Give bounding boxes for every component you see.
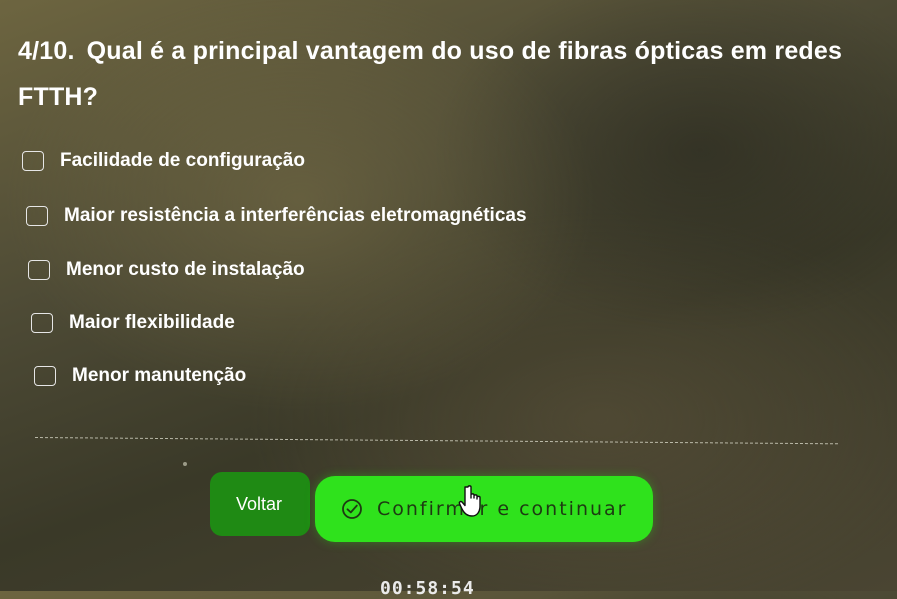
hand-cursor-icon	[458, 485, 481, 517]
divider	[34, 437, 838, 445]
option-checkbox[interactable]	[34, 366, 56, 386]
quiz-screen: 4/10. Qual é a principal vantagem do uso …	[0, 0, 897, 599]
option-checkbox[interactable]	[28, 260, 50, 280]
option-4[interactable]: Maior flexibilidade	[31, 312, 235, 334]
option-label: Menor manutenção	[72, 365, 247, 386]
confirm-button-label: Confirmar e continuar	[377, 498, 628, 520]
question-text: Qual é a principal vantagem do uso de fi…	[18, 37, 843, 111]
option-checkbox[interactable]	[22, 151, 44, 171]
timer: 00:58:54	[380, 578, 475, 599]
option-label: Facilidade de configuração	[60, 150, 305, 171]
option-5[interactable]: Menor manutenção	[34, 365, 246, 387]
question-heading: 4/10. Qual é a principal vantagem do uso …	[18, 28, 858, 120]
option-checkbox[interactable]	[31, 313, 53, 333]
option-1[interactable]: Facilidade de configuração	[22, 150, 305, 172]
option-checkbox[interactable]	[26, 206, 48, 226]
option-label: Maior resistência a interferências eletr…	[64, 205, 527, 226]
back-button[interactable]: Voltar	[210, 472, 310, 536]
check-circle-icon	[342, 499, 362, 519]
option-3[interactable]: Menor custo de instalação	[28, 259, 305, 281]
option-2[interactable]: Maior resistência a interferências eletr…	[26, 205, 527, 227]
decorative-dot	[183, 462, 187, 466]
option-label: Maior flexibilidade	[69, 312, 235, 333]
question-number: 4/10.	[18, 37, 75, 65]
option-label: Menor custo de instalação	[66, 259, 305, 280]
